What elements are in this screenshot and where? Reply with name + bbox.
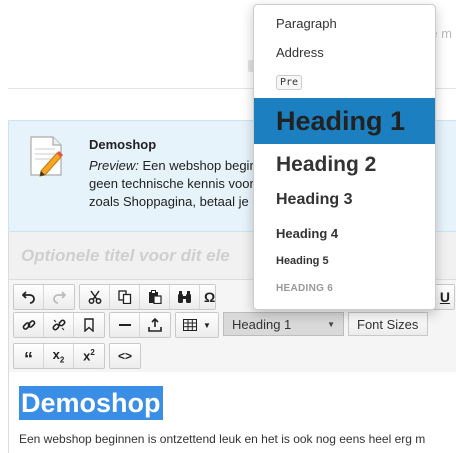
special-char-button[interactable]: Ω xyxy=(200,285,216,309)
undo-button[interactable] xyxy=(14,285,44,309)
cut-icon xyxy=(88,290,101,304)
link-icon xyxy=(22,320,35,330)
insert-group xyxy=(109,312,171,338)
redo-button[interactable] xyxy=(44,285,74,309)
dropdown-item-heading-4[interactable]: Heading 4 xyxy=(254,226,435,241)
bookmark-button[interactable] xyxy=(74,313,104,337)
redo-icon xyxy=(53,291,66,304)
paste-button[interactable] xyxy=(140,285,170,309)
insert-button[interactable] xyxy=(140,313,170,337)
superscript-button[interactable]: x2 xyxy=(74,344,104,368)
dropdown-item-heading-5[interactable]: Heading 5 xyxy=(254,255,435,267)
block-format-dropdown: Paragraph Address Pre Heading 1 Heading … xyxy=(253,4,436,310)
item-name: Demoshop xyxy=(89,137,157,152)
code-group: <> xyxy=(109,343,141,369)
block-format-value: Heading 1 xyxy=(232,316,292,332)
paste-icon xyxy=(148,290,162,304)
document-pencil-icon xyxy=(30,136,63,177)
unlink-button[interactable] xyxy=(44,313,74,337)
toolbar-row-1: Ω U xyxy=(13,284,455,310)
table-group: ▼ xyxy=(175,312,219,338)
subscript-button[interactable]: x2 xyxy=(44,344,74,368)
superscript-icon: x2 xyxy=(83,348,95,364)
horizontal-rule-button[interactable] xyxy=(110,313,140,337)
undo-icon xyxy=(21,291,35,304)
dropdown-item-heading-3[interactable]: Heading 3 xyxy=(254,191,435,209)
find-button[interactable] xyxy=(170,285,200,309)
insert-icon xyxy=(148,318,162,332)
toolbar-row-3: “ x2 x2 <> xyxy=(13,343,141,369)
preview-line-1: Een webshop begin xyxy=(138,158,257,173)
link-button[interactable] xyxy=(14,313,44,337)
chevron-down-icon: ▼ xyxy=(203,320,211,330)
content-heading: Demoshop xyxy=(19,386,163,420)
copy-button[interactable] xyxy=(110,285,140,309)
font-sizes-select[interactable]: Font Sizes xyxy=(348,312,428,336)
font-sizes-label: Font Sizes xyxy=(357,316,419,332)
chevron-down-icon: ▼ xyxy=(327,319,335,329)
cut-button[interactable] xyxy=(80,285,110,309)
underline-icon: U xyxy=(439,289,450,305)
blockquote-icon: “ xyxy=(24,349,33,369)
clipboard-group: Ω xyxy=(79,284,217,310)
preview-line-3: zoals Shoppagina, betaal je xyxy=(89,194,249,209)
code-icon: <> xyxy=(117,349,132,363)
title-placeholder: Optionele titel voor dit ele xyxy=(21,246,230,265)
bookmark-icon xyxy=(84,318,94,332)
history-group xyxy=(13,284,75,310)
dropdown-item-pre[interactable]: Pre xyxy=(254,73,435,90)
code-button[interactable]: <> xyxy=(110,344,140,368)
block-format-select[interactable]: Heading 1 ▼ xyxy=(223,312,344,336)
copy-icon xyxy=(117,290,131,304)
find-icon xyxy=(178,291,191,303)
editor-content[interactable]: Demoshop Een webshop beginnen is ontzett… xyxy=(8,372,456,453)
dropdown-item-address[interactable]: Address xyxy=(254,45,435,60)
dropdown-item-heading-2[interactable]: Heading 2 xyxy=(254,153,435,177)
pre-label: Pre xyxy=(276,75,303,90)
table-icon xyxy=(183,319,198,331)
dropdown-item-heading-1[interactable]: Heading 1 xyxy=(254,98,435,144)
preview-label: Preview: xyxy=(89,158,139,173)
preview-line-2: geen technische kennis voor xyxy=(89,176,254,191)
unlink-icon xyxy=(51,319,66,331)
content-paragraph: Een webshop beginnen is ontzettend leuk … xyxy=(19,432,426,446)
dropdown-item-paragraph[interactable]: Paragraph xyxy=(254,16,435,31)
blockquote-button[interactable]: “ xyxy=(14,344,44,368)
link-group xyxy=(13,312,105,338)
horizontal-rule-icon xyxy=(118,324,131,326)
toolbar-row-2: ▼ Heading 1 ▼ Font Sizes xyxy=(13,312,428,338)
special-char-icon: Ω xyxy=(204,289,216,305)
table-button[interactable]: ▼ xyxy=(176,313,218,337)
subscript-icon: x2 xyxy=(52,347,65,365)
format-group: “ x2 x2 xyxy=(13,343,105,369)
dropdown-item-heading-6[interactable]: HEADING 6 xyxy=(254,283,435,294)
